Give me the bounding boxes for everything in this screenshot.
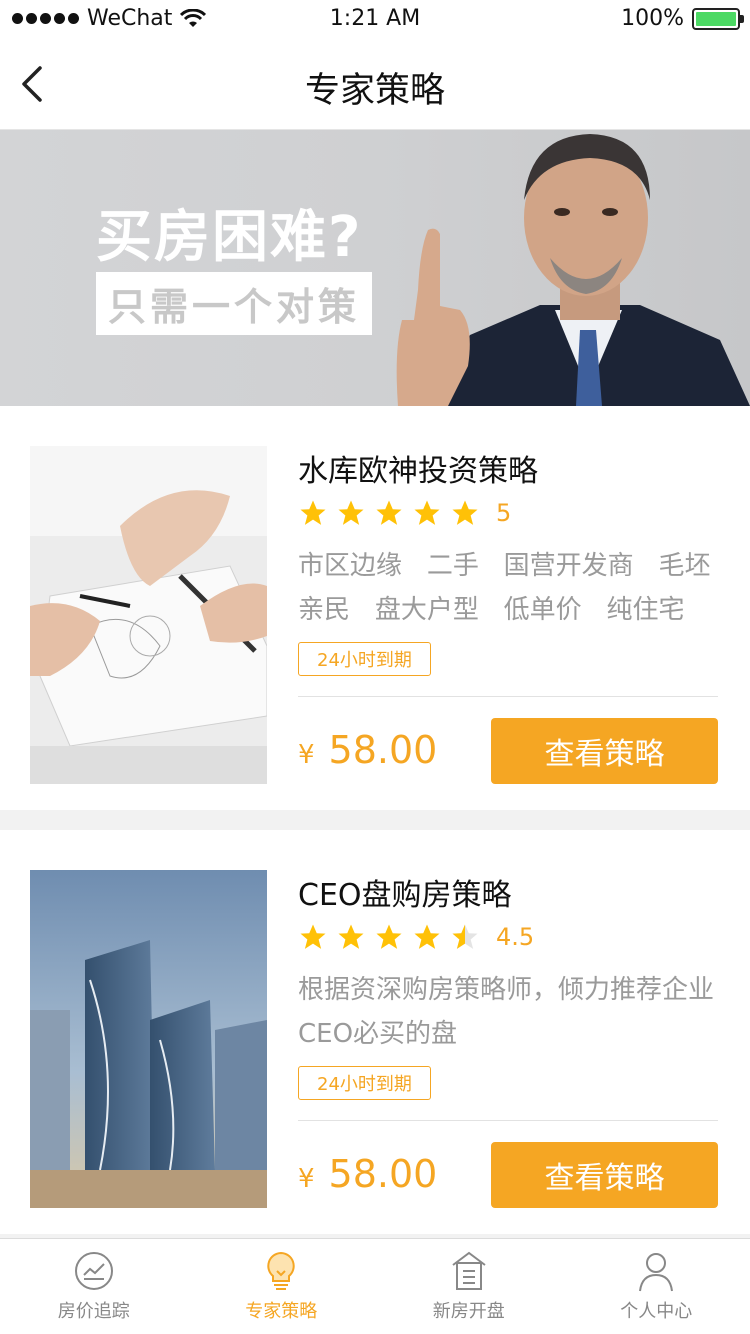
star-icon — [414, 924, 440, 949]
tab-label: 房价追踪 — [57, 1301, 130, 1322]
strategy-tags: 市区边缘 二手 国营开发商 毛坯 亲民 盘大户型 低单价 纯住宅 — [298, 544, 728, 632]
tab-price-tracking[interactable]: 房价追踪 — [0, 1239, 188, 1334]
strategy-title: CEO盘购房策略 — [298, 878, 512, 913]
trend-icon — [74, 1252, 113, 1290]
divider — [298, 696, 718, 697]
battery-icon — [692, 7, 744, 30]
star-icon — [338, 500, 364, 525]
tag: 低单价 — [503, 595, 582, 625]
bulb-icon — [267, 1251, 295, 1290]
tab-bar: 房价追踪 专家策略 新房开盘 个人中心 — [0, 1238, 750, 1334]
battery-percent: 100% — [621, 6, 684, 31]
expiry-badge: 24小时到期 — [298, 1066, 431, 1100]
rating-value: 4.5 — [496, 923, 535, 951]
strategy-thumbnail — [30, 446, 267, 784]
view-strategy-button[interactable]: 查看策略 — [491, 718, 718, 784]
battery-status: 100% — [621, 6, 744, 31]
person-icon — [639, 1253, 674, 1292]
building-icon — [452, 1251, 486, 1290]
nav-bar: 专家策略 — [0, 40, 750, 130]
star-icon — [300, 924, 326, 949]
tag: 纯住宅 — [606, 595, 685, 625]
rating-value: 5 — [496, 499, 512, 527]
price-amount: 58.00 — [328, 728, 438, 772]
strategy-card[interactable]: CEO盘购房策略 4.5 根据资深购房策略师，倾力推荐企业CEO必买的盘 24小… — [0, 830, 750, 1234]
tab-label: 新房开盘 — [432, 1301, 505, 1322]
currency-symbol: ¥ — [298, 740, 315, 770]
expiry-badge: 24小时到期 — [298, 642, 431, 676]
tag: 亲民 — [298, 595, 351, 625]
strategy-title: 水库欧神投资策略 — [298, 454, 538, 489]
half-star-icon — [452, 924, 478, 949]
status-bar: WeChat 1:21 AM 100% — [0, 0, 750, 40]
star-icon — [338, 924, 364, 949]
tab-expert-strategy[interactable]: 专家策略 — [188, 1239, 376, 1334]
currency-symbol: ¥ — [298, 1164, 315, 1194]
tab-label: 个人中心 — [620, 1301, 693, 1322]
tab-new-homes[interactable]: 新房开盘 — [375, 1239, 563, 1334]
tag: 二手 — [426, 551, 479, 581]
price: ¥ 58.00 — [298, 1152, 437, 1196]
tag: 毛坯 — [658, 551, 711, 581]
strategy-card[interactable]: 水库欧神投资策略 5 市区边缘 二手 国营开发商 毛坯 亲民 盘大户型 低单价 … — [0, 406, 750, 810]
divider — [298, 1120, 718, 1121]
tag: 盘大户型 — [374, 595, 479, 625]
tab-label: 专家策略 — [245, 1301, 318, 1322]
star-icon — [300, 500, 326, 525]
banner-subline: 只需一个对策 — [96, 272, 373, 335]
banner-headline: 买房困难? — [96, 205, 363, 270]
star-icon — [376, 500, 402, 525]
star-rating: 5 — [298, 498, 511, 528]
strategy-thumbnail — [30, 870, 267, 1208]
strategy-description: 根据资深购房策略师，倾力推荐企业CEO必买的盘 — [298, 975, 715, 1049]
price: ¥ 58.00 — [298, 728, 437, 772]
star-rating: 4.5 — [298, 922, 534, 952]
tag: 市区边缘 — [298, 551, 403, 581]
promo-banner[interactable]: 买房困难? 只需一个对策 — [0, 130, 750, 406]
page-title: 专家策略 — [304, 71, 445, 111]
tab-profile[interactable]: 个人中心 — [563, 1239, 750, 1334]
price-amount: 58.00 — [328, 1152, 438, 1196]
tag: 国营开发商 — [503, 551, 634, 581]
star-icon — [452, 500, 478, 525]
star-icon — [414, 500, 440, 525]
view-strategy-button[interactable]: 查看策略 — [491, 1142, 718, 1208]
star-icon — [376, 924, 402, 949]
